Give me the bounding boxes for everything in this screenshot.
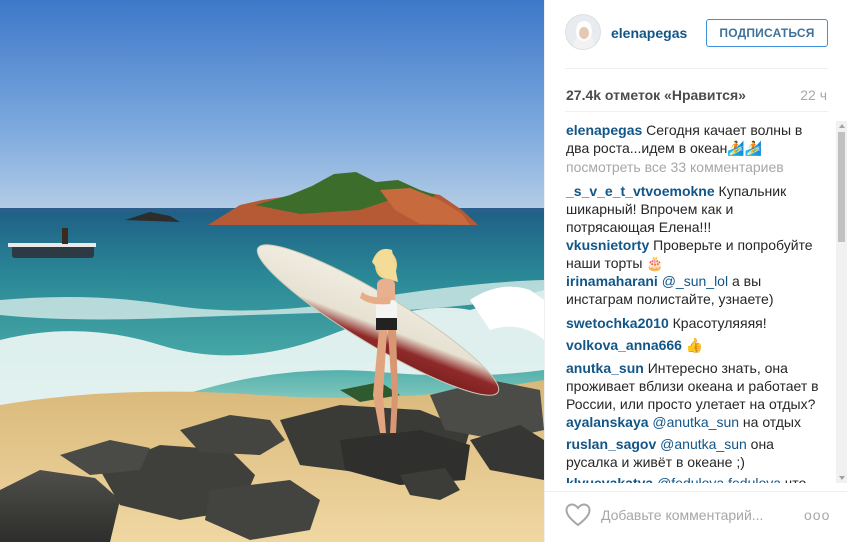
header-divider: [565, 68, 828, 69]
post-username[interactable]: elenapegas: [611, 25, 687, 41]
post-sidebar: elenapegas ПОДПИСАТЬСЯ 27.4k отметок «Нр…: [544, 0, 847, 542]
post-modal: elenapegas ПОДПИСАТЬСЯ 27.4k отметок «Нр…: [0, 0, 847, 542]
list-item: irinamaharani @_sun_lol а вы инстаграм п…: [566, 272, 821, 308]
comment-text: 👍: [681, 337, 704, 353]
comment-username[interactable]: anutka_sun: [566, 360, 644, 376]
caption: elenapegas Сегодня качает волны в два ро…: [566, 121, 821, 157]
comment-username[interactable]: ruslan_sagov: [566, 436, 656, 452]
list-item: vkusnietorty Проверьте и попробуйте наши…: [566, 236, 821, 272]
list-item: volkova_anna666 👍: [566, 336, 821, 354]
post-time[interactable]: 22 ч: [800, 87, 827, 103]
comment-input[interactable]: [601, 506, 801, 524]
comment-scrollbar[interactable]: [836, 121, 847, 483]
comment-bar: ooo: [545, 491, 847, 542]
post-header: elenapegas ПОДПИСАТЬСЯ: [545, 0, 847, 68]
more-options-icon[interactable]: ooo: [804, 507, 830, 523]
avatar-image: [566, 15, 600, 49]
list-item: klyuevakatya @fedulova.fedulova что за: [566, 474, 821, 483]
caption-username[interactable]: elenapegas: [566, 122, 642, 138]
comment-mention[interactable]: @anutka_sun: [649, 414, 739, 430]
comment-username[interactable]: irinamaharani: [566, 273, 658, 289]
comment-username[interactable]: swetochka2010: [566, 315, 669, 331]
scroll-down-arrow-icon[interactable]: [839, 476, 845, 480]
avatar[interactable]: [565, 14, 601, 50]
comment-text: Красотуляяяя!: [668, 315, 767, 331]
likes-count[interactable]: 27.4k отметок «Нравится»: [566, 87, 746, 103]
follow-button[interactable]: ПОДПИСАТЬСЯ: [706, 19, 828, 47]
scroll-thumb[interactable]: [838, 132, 845, 242]
comment-username[interactable]: ayalanskaya: [566, 414, 649, 430]
heart-icon[interactable]: [565, 503, 591, 527]
list-item: ayalanskaya @anutka_sun на отдых: [566, 413, 821, 431]
likes-divider: [565, 111, 828, 112]
view-all-comments-link[interactable]: посмотреть все 33 комментариев: [566, 159, 784, 175]
list-item: anutka_sun Интересно знать, она проживае…: [566, 359, 821, 413]
comment-mention[interactable]: @_sun_lol: [658, 273, 728, 289]
comment-list[interactable]: elenapegas Сегодня качает волны в два ро…: [545, 121, 841, 483]
comment-text: на отдых: [739, 414, 801, 430]
comment-username[interactable]: _s_v_e_t_vtvoemokne: [566, 183, 715, 199]
comment-mention[interactable]: @fedulova.fedulova: [653, 475, 781, 483]
comment-username[interactable]: vkusnietorty: [566, 237, 649, 253]
likes-row: 27.4k отметок «Нравится» 22 ч: [545, 82, 847, 106]
list-item: _s_v_e_t_vtvoemokne Купальник шикарный! …: [566, 182, 821, 236]
comment-mention[interactable]: @anutka_sun: [656, 436, 747, 452]
list-item: ruslan_sagov @anutka_sun она русалка и ж…: [566, 435, 821, 471]
comment-username[interactable]: klyuevakatya: [566, 475, 653, 483]
scroll-up-arrow-icon[interactable]: [839, 124, 845, 128]
list-item: swetochka2010 Красотуляяяя!: [566, 314, 821, 332]
post-photo[interactable]: [0, 0, 544, 542]
comment-username[interactable]: volkova_anna666: [566, 337, 682, 353]
beach-surfer-photo: [0, 0, 544, 542]
